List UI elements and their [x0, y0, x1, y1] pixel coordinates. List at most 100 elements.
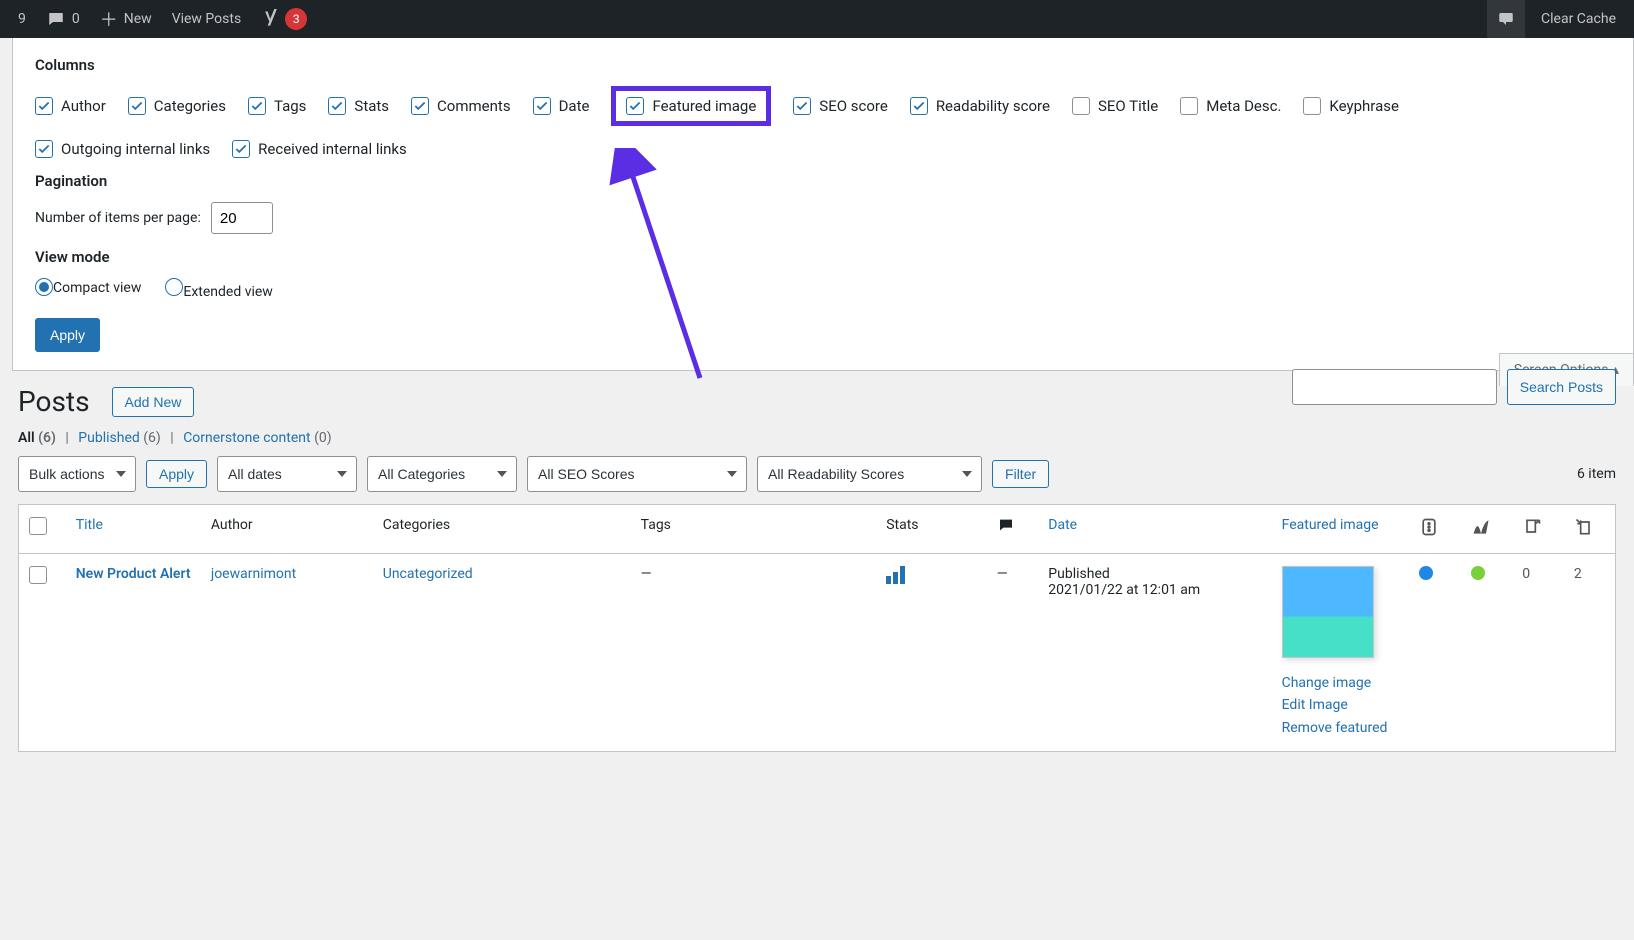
checkbox-icon	[232, 140, 250, 158]
categories-filter-select[interactable]: All Categories	[367, 456, 517, 492]
column-toggle-comments[interactable]: Comments	[411, 97, 511, 115]
plus-icon: ＋	[100, 6, 118, 32]
bulk-actions-select[interactable]: Bulk actions	[18, 456, 136, 492]
col-tags: Tags	[631, 505, 877, 554]
comments-cell: —	[987, 554, 1039, 752]
checkbox-icon	[910, 97, 928, 115]
checkbox-icon	[411, 97, 429, 115]
stats-bar-icon[interactable]	[886, 566, 905, 584]
checkbox-icon	[626, 97, 644, 115]
admin-bar-clear-cache[interactable]: Clear Cache	[1531, 0, 1626, 38]
column-toggle-seo-title[interactable]: SEO Title	[1072, 97, 1158, 115]
admin-bar: 9 0 ＋ New View Posts 3 Clear Cache	[0, 0, 1634, 38]
apply-screen-options-button[interactable]: Apply	[35, 318, 100, 352]
filter-all[interactable]: All (6)	[18, 430, 56, 446]
add-new-button[interactable]: Add New	[112, 387, 195, 417]
post-status-filters: All (6) | Published (6) | Cornerstone co…	[18, 430, 1616, 446]
checkbox-icon	[328, 97, 346, 115]
author-link[interactable]: joewarnimont	[211, 566, 296, 582]
seo-filter-select[interactable]: All SEO Scores	[527, 456, 747, 492]
remove-featured-link[interactable]: Remove featured	[1282, 717, 1400, 739]
admin-bar-yoast[interactable]: 3	[251, 0, 317, 38]
search-posts-button[interactable]: Search Posts	[1507, 369, 1616, 405]
column-toggle-categories[interactable]: Categories	[128, 97, 226, 115]
date-cell: Published2021/01/22 at 12:01 am	[1038, 554, 1271, 752]
posts-page: Screen Options Posts Add New Search Post…	[0, 371, 1634, 752]
post-title-link[interactable]: New Product Alert	[76, 566, 191, 582]
readability-filter-select[interactable]: All Readability Scores	[757, 456, 982, 492]
pagination-heading: Pagination	[35, 172, 1611, 190]
page-title: Posts	[18, 385, 90, 418]
checkbox-icon	[793, 97, 811, 115]
compact-view-radio[interactable]: Compact view	[35, 278, 141, 300]
comment-icon	[46, 10, 66, 28]
column-toggle-tags[interactable]: Tags	[248, 97, 306, 115]
outgoing-count: 0	[1512, 554, 1564, 752]
search-input[interactable]	[1292, 369, 1497, 405]
column-toggle-seo-score[interactable]: SEO score	[793, 97, 888, 115]
checkbox-icon	[35, 140, 53, 158]
checkbox-icon	[248, 97, 266, 115]
dates-filter-select[interactable]: All dates	[217, 456, 357, 492]
column-toggle-featured-image[interactable]: Featured image	[626, 97, 756, 115]
col-title[interactable]: Title	[76, 517, 103, 533]
item-count: 6 item	[1577, 466, 1616, 482]
checkbox-icon	[533, 97, 551, 115]
extended-view-radio[interactable]: Extended view	[165, 278, 272, 300]
received-links-icon	[1574, 517, 1594, 537]
per-page-label: Number of items per page:	[35, 210, 201, 226]
admin-bar-cache[interactable]	[1487, 0, 1525, 38]
edit-image-link[interactable]: Edit Image	[1282, 694, 1400, 716]
tags-cell: —	[631, 554, 877, 752]
checkbox-icon	[1072, 97, 1090, 115]
featured-thumbnail[interactable]	[1282, 566, 1374, 658]
column-toggle-stats[interactable]: Stats	[328, 97, 389, 115]
admin-bar-updates[interactable]: 9	[8, 0, 36, 38]
filter-button[interactable]: Filter	[992, 460, 1049, 488]
notification-badge: 3	[285, 8, 307, 30]
checkbox-icon	[128, 97, 146, 115]
column-checkboxes: Author Categories Tags Stats Comments Date Fea…	[35, 86, 1611, 126]
column-toggle-meta-desc-[interactable]: Meta Desc.	[1180, 97, 1281, 115]
admin-bar-comments[interactable]: 0	[36, 0, 90, 38]
filter-published[interactable]: Published (6)	[78, 430, 161, 446]
readability-icon	[1471, 517, 1491, 537]
radio-icon	[35, 278, 53, 296]
checkbox-icon	[1180, 97, 1198, 115]
category-link[interactable]: Uncategorized	[383, 566, 473, 582]
select-all-checkbox[interactable]	[29, 517, 47, 535]
column-toggle-keyphrase[interactable]: Keyphrase	[1303, 97, 1399, 115]
checkbox-icon	[1303, 97, 1321, 115]
seo-score-dot	[1419, 566, 1433, 580]
yoast-icon	[261, 9, 281, 29]
chat-icon	[1497, 10, 1515, 28]
column-toggle-outgoing-internal-links[interactable]: Outgoing internal links	[35, 140, 210, 158]
row-checkbox[interactable]	[29, 566, 47, 584]
outgoing-links-icon	[1522, 517, 1542, 537]
received-count: 2	[1564, 554, 1616, 752]
column-toggle-readability-score[interactable]: Readability score	[910, 97, 1050, 115]
per-page-input[interactable]	[211, 202, 273, 234]
admin-bar-view-posts[interactable]: View Posts	[162, 0, 252, 38]
table-row: New Product Alert joewarnimont Uncategor…	[19, 554, 1616, 752]
seo-score-icon	[1419, 517, 1439, 537]
checkbox-icon	[35, 97, 53, 115]
admin-bar-new[interactable]: ＋ New	[90, 0, 162, 38]
col-date[interactable]: Date	[1048, 517, 1077, 533]
screen-options-panel: Columns Author Categories Tags Stats Comment…	[12, 38, 1634, 371]
col-categories: Categories	[373, 505, 631, 554]
comment-icon	[997, 517, 1015, 533]
filter-cornerstone[interactable]: Cornerstone content (0)	[183, 430, 331, 446]
change-image-link[interactable]: Change image	[1282, 672, 1400, 694]
posts-table: Title Author Categories Tags Stats Date …	[18, 504, 1616, 752]
column-toggle-date[interactable]: Date	[533, 97, 590, 115]
col-author: Author	[201, 505, 373, 554]
readability-score-dot	[1471, 566, 1485, 580]
column-toggle-received-internal-links[interactable]: Received internal links	[232, 140, 407, 158]
column-toggle-author[interactable]: Author	[35, 97, 106, 115]
columns-heading: Columns	[35, 56, 1611, 74]
col-stats: Stats	[876, 505, 987, 554]
view-mode-heading: View mode	[35, 248, 1611, 266]
apply-bulk-button[interactable]: Apply	[146, 460, 207, 488]
col-featured-image[interactable]: Featured image	[1282, 517, 1379, 533]
